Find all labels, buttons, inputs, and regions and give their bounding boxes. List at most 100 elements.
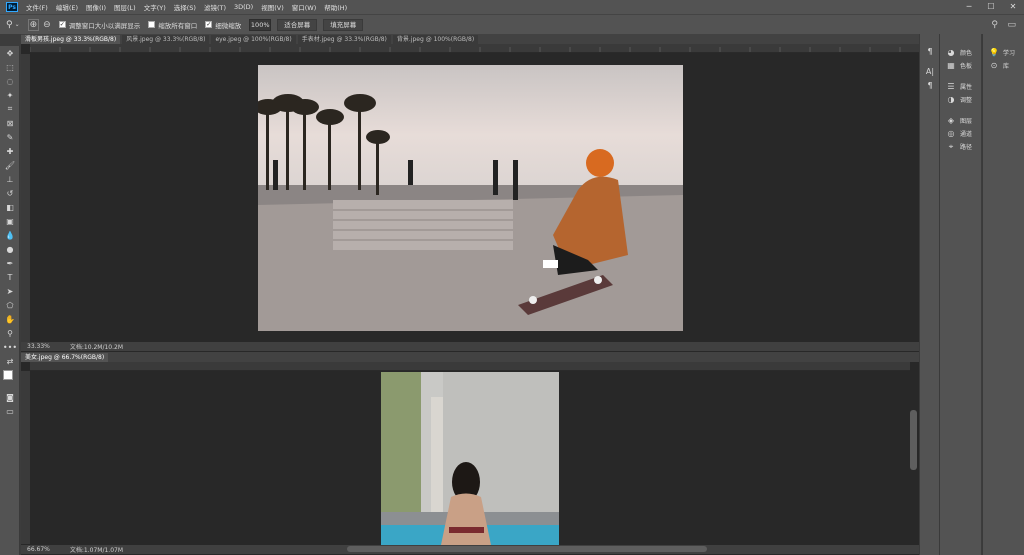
tab-eye[interactable]: eye.jpeg @ 100%(RGB/8) [211,35,296,44]
menu-3d[interactable]: 3D(D) [230,3,257,11]
panel-strip-1: ¶ A| ¶ [919,34,939,555]
tab-skateboard[interactable]: 滑板男孩.jpeg @ 33.3%(RGB/8) [21,35,121,44]
resize-windows-checkbox[interactable]: 调整窗口大小以满屏显示 [58,20,140,30]
eyedropper-icon[interactable]: ✎ [0,130,20,144]
gradient-icon[interactable]: ▣ [0,214,20,228]
search-icon[interactable]: ⚲ [991,20,998,30]
ruler-ticks [30,47,901,52]
shape-tool-icon[interactable]: ⬠ [0,298,20,312]
character-icon[interactable]: ¶ [920,44,940,58]
panel-layers[interactable]: ◈ 图层 [940,114,981,127]
workspace-icon[interactable]: ▭ [1007,20,1016,30]
menu-filter[interactable]: 滤镜(T) [200,2,230,12]
skateboard-photo [258,65,683,331]
minimize-icon[interactable]: ─ [958,0,980,14]
menu-file[interactable]: 文件(F) [22,2,52,12]
path-select-icon[interactable]: ➤ [0,284,20,298]
crop-tool-icon[interactable]: ⌗ [0,102,20,116]
blur-tool-icon[interactable]: 💧 [0,228,20,242]
panel-swatches[interactable]: ▦ 色板 [940,59,981,72]
lasso-tool-icon[interactable]: ◌ [0,74,20,88]
panel-channels[interactable]: ◎ 通道 [940,127,981,140]
hand-tool-icon[interactable]: ✋ [0,312,20,326]
vertical-ruler-bottom [21,371,30,544]
chevron-down-icon[interactable]: ⌄ [15,21,20,28]
fit-screen-button[interactable]: 适合屏幕 [277,18,318,31]
brush-tool-icon[interactable]: 🖌 [0,158,20,172]
learn-icon: 💡 [989,48,999,57]
scrubby-zoom-checkbox[interactable]: 细微缩放 [205,20,241,30]
doc-size-top: 文档:10.2M/10.2M [69,344,124,351]
quick-mask-icon[interactable]: ◙ [0,390,20,404]
horizontal-ruler-bottom [30,362,910,371]
tab-watch[interactable]: 手表材.jpeg @ 33.3%(RGB/8) [297,35,391,44]
move-tool-icon[interactable]: ✥ [0,46,20,60]
panel-color[interactable]: ◕ 颜色 [940,46,981,59]
woman-photo [381,372,559,545]
panel-adjustments[interactable]: ◑ 调整 [940,93,981,106]
zoom-tool-icon[interactable]: ⚲ [6,20,13,30]
eraser-icon[interactable]: ◧ [0,200,20,214]
horizontal-ruler-top [30,44,919,53]
paragraph-icon[interactable]: ¶ [920,78,940,92]
healing-brush-icon[interactable]: ✚ [0,144,20,158]
type-panel-icon[interactable]: A| [920,64,940,78]
menu-view[interactable]: 视图(V) [257,2,288,12]
color-icon: ◕ [947,48,955,57]
menu-window[interactable]: 窗口(W) [288,2,321,12]
panel-paths[interactable]: ⌖ 路径 [940,140,981,153]
marquee-tool-icon[interactable]: ⬚ [0,60,20,74]
panel-properties[interactable]: ☰ 属性 [940,80,981,93]
fill-screen-button[interactable]: 填充屏幕 [323,18,364,31]
menu-help[interactable]: 帮助(H) [320,2,351,12]
channels-icon: ◎ [947,129,955,138]
layers-icon: ◈ [947,116,955,125]
horizontal-scrollbar[interactable] [347,546,707,552]
tools-panel: ✥ ⬚ ◌ ✦ ⌗ ⊠ ✎ ✚ 🖌 ⊥ ↺ ◧ ▣ 💧 ● ✒ T ➤ ⬠ ✋ … [0,46,20,555]
options-bar: ⚲ ⌄ ⊕ ⊖ 调整窗口大小以满屏显示 缩放所有窗口 细微缩放 100% 适合屏… [0,14,1024,34]
menu-bar: Ps 文件(F) 编辑(E) 图像(I) 图层(L) 文字(Y) 选择(S) 滤… [0,0,1024,14]
menu-image[interactable]: 图像(I) [82,2,110,12]
zoom-percent-field[interactable]: 100% [249,18,272,31]
menu-layer[interactable]: 图层(L) [110,2,140,12]
panel-strip-2: ◕ 颜色 ▦ 色板 ☰ 属性 ◑ 调整 ◈ 图层 ◎ 通道 ⌖ 路径 [939,34,981,555]
swatches-icon: ▦ [947,61,955,70]
tab-landscape[interactable]: 风景.jpeg @ 33.3%(RGB/8) [122,35,210,44]
history-brush-icon[interactable]: ↺ [0,186,20,200]
tab-background[interactable]: 背景.jpeg @ 100%(RGB/8) [392,35,479,44]
zoom-level-top[interactable]: 33.33% [27,343,50,350]
zoom-out-icon[interactable]: ⊖ [43,20,51,30]
frame-tool-icon[interactable]: ⊠ [0,116,20,130]
screen-mode-icon[interactable]: ▭ [0,404,20,418]
magic-wand-icon[interactable]: ✦ [0,88,20,102]
type-tool-icon[interactable]: T [0,270,20,284]
zoom-tool-icon[interactable]: ⚲ [0,326,20,340]
clone-stamp-icon[interactable]: ⊥ [0,172,20,186]
menu-type[interactable]: 文字(Y) [140,2,170,12]
vertical-ruler-top [21,54,30,342]
more-tools-icon[interactable]: ••• [0,340,20,354]
zoom-level-bottom[interactable]: 66.67% [27,546,50,553]
color-swap-icon[interactable]: ⇄ [0,354,20,368]
zoom-all-windows-checkbox[interactable]: 缩放所有窗口 [148,20,197,30]
maximize-icon[interactable]: ☐ [980,0,1002,14]
properties-icon: ☰ [947,82,955,91]
panel-learn[interactable]: 💡 学习 [983,46,1024,59]
menu-edit[interactable]: 编辑(E) [52,2,82,12]
menu-select[interactable]: 选择(S) [170,2,200,12]
status-bar-top: 33.33% 文档:10.2M/10.2M [21,342,919,351]
libraries-icon: ⊙ [990,61,998,70]
close-icon[interactable]: ✕ [1002,0,1024,14]
panel-strip-3: 💡 学习 ⊙ 库 [982,34,1024,555]
doc-size-bottom: 文档:1.07M/1.07M [69,547,124,554]
tab-woman[interactable]: 美女.jpeg @ 66.7%(RGB/8) [21,353,109,362]
photoshop-logo: Ps [6,2,18,12]
foreground-color[interactable] [3,370,13,380]
status-bar-bottom: 66.67% 文档:1.07M/1.07M [21,545,919,554]
vertical-scrollbar[interactable] [910,410,917,470]
pen-tool-icon[interactable]: ✒ [0,256,20,270]
zoom-in-icon[interactable]: ⊕ [27,18,40,31]
dodge-tool-icon[interactable]: ● [0,242,20,256]
color-swatches[interactable] [0,368,19,390]
panel-libraries[interactable]: ⊙ 库 [983,59,1024,72]
